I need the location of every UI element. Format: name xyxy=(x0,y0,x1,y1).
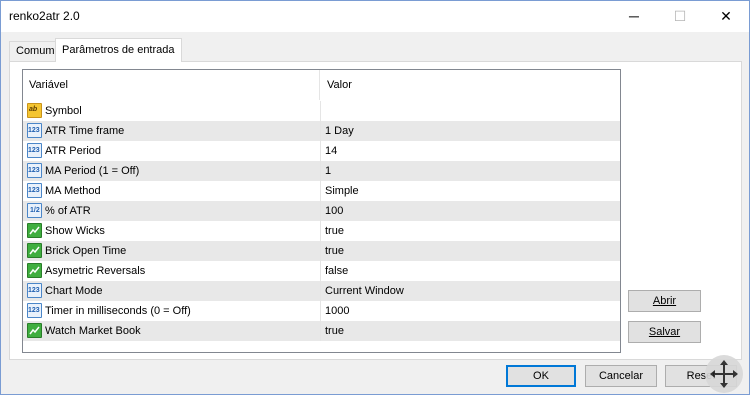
variable-name: Symbol xyxy=(45,105,82,117)
variable-name: Asymetric Reversals xyxy=(45,265,146,277)
variable-value: true xyxy=(325,325,344,337)
integer-type-icon: 123 xyxy=(27,303,42,318)
table-row[interactable]: ab Symbol xyxy=(23,101,620,121)
variable-cell: Asymetric Reversals xyxy=(25,261,319,281)
variable-name: % of ATR xyxy=(45,205,91,217)
variable-name: ATR Time frame xyxy=(45,125,125,137)
table-row[interactable]: 123 Chart Mode Current Window xyxy=(23,281,620,301)
value-cell[interactable]: true xyxy=(320,241,620,261)
variable-name: MA Period (1 = Off) xyxy=(45,165,140,177)
variable-cell: 123 ATR Period xyxy=(25,141,319,161)
column-divider[interactable] xyxy=(319,70,320,100)
variable-cell: 123 Timer in milliseconds (0 = Off) xyxy=(25,301,319,321)
table-row[interactable]: 1/2% of ATR 100 xyxy=(23,201,620,221)
variable-value: 14 xyxy=(325,145,338,157)
value-cell[interactable]: true xyxy=(320,221,620,241)
variable-value: 1000 xyxy=(325,305,350,317)
close-icon[interactable]: ✕ xyxy=(703,1,749,32)
variable-value: 1 xyxy=(325,165,332,177)
variable-value: Simple xyxy=(325,185,359,197)
bool-type-icon xyxy=(27,243,42,258)
variable-cell: Brick Open Time xyxy=(25,241,319,261)
bool-type-icon xyxy=(27,323,42,338)
variable-cell: ab Symbol xyxy=(25,101,319,121)
column-header-value[interactable]: Valor xyxy=(327,79,352,91)
open-button[interactable]: Abrir xyxy=(628,290,701,312)
variable-name: Timer in milliseconds (0 = Off) xyxy=(45,305,191,317)
integer-type-icon: 123 xyxy=(27,163,42,178)
save-button-label: Salvar xyxy=(648,326,681,338)
parameters-grid: Variável Valor ab Symbol 123 ATR Time frame… xyxy=(22,69,621,353)
table-row[interactable]: Brick Open Time true xyxy=(23,241,620,261)
table-row[interactable]: 123 MA Method Simple xyxy=(23,181,620,201)
variable-name: MA Method xyxy=(45,185,101,197)
table-row[interactable]: 123 ATR Period 14 xyxy=(23,141,620,161)
dialog-window: renko2atr 2.0 ─ ☐ ✕ Comum Parâmetros de … xyxy=(0,0,750,395)
integer-type-icon: 123 xyxy=(27,123,42,138)
minimize-icon[interactable]: ─ xyxy=(611,1,657,32)
variable-value: true xyxy=(325,245,344,257)
variable-cell: Show Wicks xyxy=(25,221,319,241)
table-row[interactable]: Watch Market Book true xyxy=(23,321,620,341)
title-bar[interactable]: renko2atr 2.0 ─ ☐ ✕ xyxy=(1,1,749,32)
window-title: renko2atr 2.0 xyxy=(9,9,80,23)
open-button-label: Abrir xyxy=(652,295,677,307)
value-cell[interactable]: 1000 xyxy=(320,301,620,321)
value-cell[interactable]: 1 Day xyxy=(320,121,620,141)
variable-value: false xyxy=(325,265,349,277)
variable-name: Watch Market Book xyxy=(45,325,141,337)
value-cell[interactable]: Current Window xyxy=(320,281,620,301)
value-cell[interactable]: Simple xyxy=(320,181,620,201)
variable-name: Show Wicks xyxy=(45,225,105,237)
bool-type-icon xyxy=(27,263,42,278)
string-type-icon: ab xyxy=(27,103,42,118)
move-icon[interactable] xyxy=(705,355,743,393)
tab-input-parameters[interactable]: Parâmetros de entrada xyxy=(55,38,182,62)
integer-type-icon: 123 xyxy=(27,283,42,298)
integer-type-icon: 123 xyxy=(27,183,42,198)
ok-button[interactable]: OK xyxy=(506,365,576,387)
table-row[interactable]: Show Wicks true xyxy=(23,221,620,241)
value-cell[interactable]: 14 xyxy=(320,141,620,161)
variable-value: true xyxy=(325,225,344,237)
bool-type-icon xyxy=(27,223,42,238)
column-header-variable[interactable]: Variável xyxy=(29,79,68,91)
grid-rows: ab Symbol 123 ATR Time frame 1 Day 123 ATR Per… xyxy=(23,101,620,341)
table-row[interactable]: 123 Timer in milliseconds (0 = Off) 1000 xyxy=(23,301,620,321)
variable-cell: 123 Chart Mode xyxy=(25,281,319,301)
integer-type-icon: 123 xyxy=(27,143,42,158)
variable-name: Brick Open Time xyxy=(45,245,127,257)
variable-cell: 123 MA Method xyxy=(25,181,319,201)
variable-cell: 123 MA Period (1 = Off) xyxy=(25,161,319,181)
variable-cell: 1/2% of ATR xyxy=(25,201,319,221)
variable-name: ATR Period xyxy=(45,145,102,157)
value-cell[interactable]: 100 xyxy=(320,201,620,221)
table-row[interactable]: Asymetric Reversals false xyxy=(23,261,620,281)
table-row[interactable]: 123 ATR Time frame 1 Day xyxy=(23,121,620,141)
maximize-icon: ☐ xyxy=(673,8,687,24)
variable-value: 1 Day xyxy=(325,125,354,137)
double-type-icon: 1/2 xyxy=(27,203,42,218)
value-cell[interactable] xyxy=(320,101,620,121)
save-button[interactable]: Salvar xyxy=(628,321,701,343)
variable-cell: Watch Market Book xyxy=(25,321,319,341)
tab-panel: Variável Valor ab Symbol 123 ATR Time frame… xyxy=(9,61,742,360)
variable-value: Current Window xyxy=(325,285,404,297)
value-cell[interactable]: 1 xyxy=(320,161,620,181)
table-row[interactable]: 123 MA Period (1 = Off) 1 xyxy=(23,161,620,181)
value-cell[interactable]: false xyxy=(320,261,620,281)
cancel-button[interactable]: Cancelar xyxy=(585,365,657,387)
value-cell[interactable]: true xyxy=(320,321,620,341)
grid-header: Variável Valor xyxy=(23,70,620,100)
variable-value: 100 xyxy=(325,205,344,217)
variable-cell: 123 ATR Time frame xyxy=(25,121,319,141)
variable-name: Chart Mode xyxy=(45,285,103,297)
tab-comum[interactable]: Comum xyxy=(9,41,56,61)
